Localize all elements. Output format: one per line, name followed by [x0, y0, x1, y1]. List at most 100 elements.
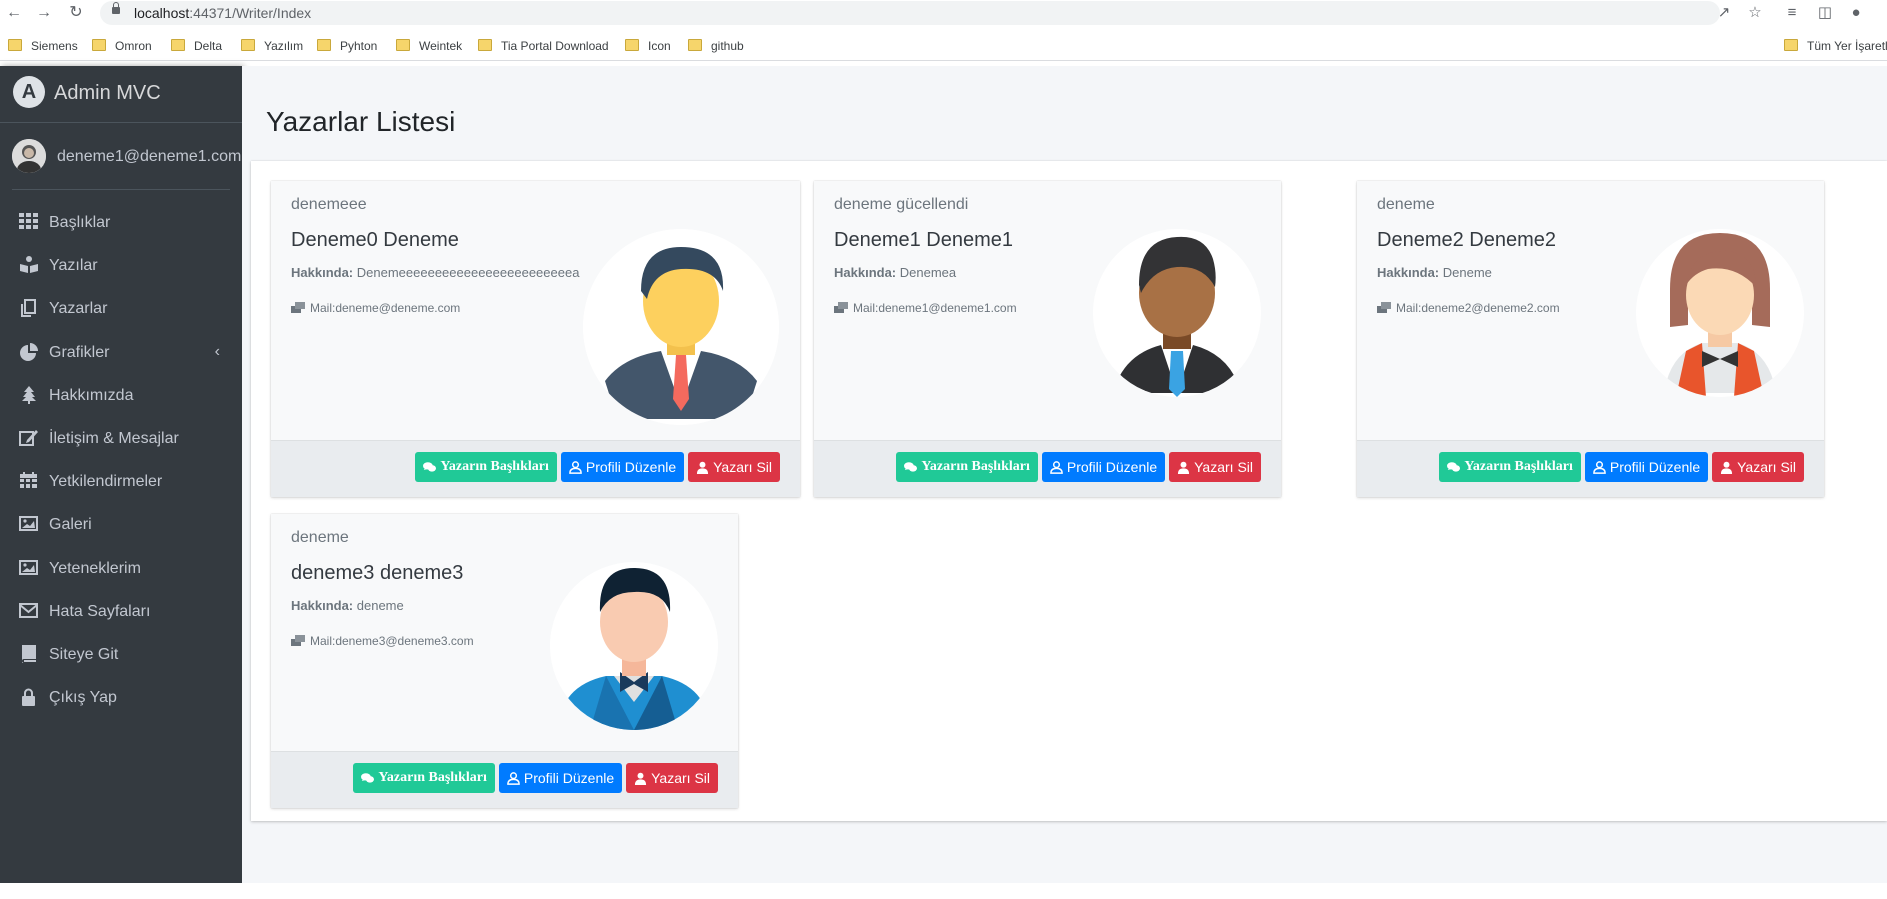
folder-icon — [478, 39, 492, 51]
calendar-icon — [20, 472, 37, 489]
writer-titles-button[interactable]: Yazarın Başlıkları — [415, 452, 557, 482]
user-icon — [635, 772, 647, 785]
writer-titles-button[interactable]: Yazarın Başlıkları — [353, 763, 495, 793]
delete-writer-button[interactable]: Yazarı Sil — [1712, 452, 1804, 482]
sidebar-item-grafikler[interactable]: Grafikler ‹ — [0, 331, 242, 374]
about-label: Hakkında: — [291, 598, 354, 613]
sidebar-item-label: Yeteneklerim — [49, 559, 141, 577]
writer-card-footer: Yazarın Başlıkları Profili Düzenle Yazar… — [271, 751, 738, 808]
writer-name: Deneme0 Deneme — [291, 229, 459, 251]
sidebar-item-label: Hakkımızda — [49, 386, 134, 404]
forward-arrow-icon[interactable]: → — [34, 3, 54, 23]
image-icon — [19, 559, 38, 575]
bookmark-folder[interactable]: Tia Portal Download — [478, 39, 609, 53]
man-suit-avatar — [583, 229, 779, 425]
bookmark-folder[interactable]: Weintek — [396, 39, 462, 53]
sidebar-item-siteye-git[interactable]: Siteye Git — [0, 633, 242, 676]
delete-writer-button[interactable]: Yazarı Sil — [626, 763, 718, 793]
grid-icon — [19, 213, 38, 229]
profile-icon[interactable]: ● — [1846, 3, 1866, 23]
back-arrow-icon[interactable]: ← — [4, 3, 24, 23]
book-reader-icon — [20, 256, 38, 274]
bookmark-folder[interactable]: Siemens — [8, 39, 78, 53]
book-icon — [22, 644, 36, 663]
user-email[interactable]: deneme1@deneme1.com — [57, 148, 241, 166]
bookmark-folder[interactable]: Delta — [171, 39, 222, 53]
about-label: Hakkında: — [834, 265, 897, 280]
delete-writer-button[interactable]: Yazarı Sil — [688, 452, 780, 482]
sidebar-item-label: Yazılar — [49, 257, 98, 275]
mail-bulk-icon — [834, 302, 848, 313]
share-icon[interactable]: ↗ — [1714, 3, 1734, 23]
folder-icon — [625, 39, 639, 51]
writer-card-header: deneme — [291, 529, 349, 546]
mail-bulk-icon — [291, 635, 305, 646]
sidebar-item-yetkilendirmeler[interactable]: Yetkilendirmeler — [0, 460, 242, 503]
pie-chart-icon — [20, 342, 38, 361]
writer-name: deneme3 deneme3 — [291, 562, 464, 584]
edit-profile-button[interactable]: Profili Düzenle — [1041, 452, 1166, 482]
image-icon — [19, 516, 38, 532]
writer-name: Deneme1 Deneme1 — [834, 229, 1013, 251]
sidebar-item-cikis-yap[interactable]: Çıkış Yap — [0, 676, 242, 719]
folder-icon — [8, 39, 22, 51]
man-bowtie-avatar — [550, 562, 718, 730]
sidebar-item-hata-sayfalari[interactable]: Hata Sayfaları — [0, 590, 242, 633]
edit-profile-button[interactable]: Profili Düzenle — [498, 763, 623, 793]
writer-card: deneme Deneme2 Deneme2 Hakkında: Deneme … — [1357, 181, 1824, 497]
user-icon — [569, 460, 582, 474]
writer-about: Hakkında: Deneme — [1377, 265, 1492, 280]
writer-card-footer: Yazarın Başlıkları Profili Düzenle Yazar… — [271, 440, 800, 497]
bookmark-folder[interactable]: Pyhton — [317, 39, 377, 53]
star-icon[interactable]: ☆ — [1745, 3, 1765, 23]
about-text: deneme — [356, 598, 404, 613]
user-icon — [1178, 461, 1190, 474]
writers-card-container: denemeee Deneme0 Deneme Hakkında: Deneme… — [251, 161, 1887, 821]
side-panel-icon[interactable]: ◫ — [1815, 3, 1835, 23]
sidebar-item-label: Yetkilendirmeler — [49, 473, 163, 491]
lock-icon — [112, 2, 120, 14]
browser-toolbar: ← → ↻ localhost:44371/Writer/Index ↗ ☆ ≡… — [0, 0, 1887, 26]
copy-icon — [21, 299, 36, 318]
sidebar-item-label: Hata Sayfaları — [49, 602, 151, 620]
writer-card: denemeee Deneme0 Deneme Hakkında: Deneme… — [271, 181, 800, 497]
writer-titles-button[interactable]: Yazarın Başlıkları — [896, 452, 1038, 482]
bookmark-folder[interactable]: Yazılım — [241, 39, 303, 53]
sidebar-item-yazilar[interactable]: Yazılar — [0, 244, 242, 287]
page-title: Yazarlar Listesi — [266, 106, 456, 137]
sidebar-item-yeteneklerim[interactable]: Yeteneklerim — [0, 547, 242, 590]
envelope-icon — [19, 602, 38, 618]
address-bar[interactable]: localhost:44371/Writer/Index — [100, 1, 1720, 25]
user-icon — [1593, 460, 1606, 474]
writer-card-header: deneme gücellendi — [834, 196, 969, 213]
user-avatar[interactable] — [12, 139, 46, 173]
reading-list-icon[interactable]: ≡ — [1782, 3, 1802, 23]
bookmark-folder[interactable]: Icon — [625, 39, 671, 53]
bookmark-folder[interactable]: github — [688, 39, 744, 53]
comments-icon — [1447, 461, 1461, 472]
edit-profile-button[interactable]: Profili Düzenle — [1584, 452, 1709, 482]
bookmarks-bar: Siemens Omron Delta Yazılım Pyhton Weint… — [0, 34, 1887, 61]
writer-card: deneme deneme3 deneme3 Hakkında: deneme … — [271, 514, 738, 808]
about-label: Hakkında: — [1377, 265, 1440, 280]
bookmark-folder[interactable]: Omron — [92, 39, 152, 53]
delete-writer-button[interactable]: Yazarı Sil — [1169, 452, 1261, 482]
tree-icon — [22, 385, 36, 404]
writer-titles-button[interactable]: Yazarın Başlıkları — [1439, 452, 1581, 482]
writer-card-footer: Yazarın Başlıkları Profili Düzenle Yazar… — [814, 440, 1281, 497]
brand-link[interactable]: A Admin MVC — [0, 66, 242, 123]
comments-icon — [423, 461, 437, 472]
reload-icon[interactable]: ↻ — [66, 3, 86, 23]
chevron-left-icon: ‹ — [214, 342, 220, 360]
sidebar-item-basliklar[interactable]: Başlıklar — [0, 201, 242, 244]
writer-mail: Mail:deneme3@deneme3.com — [291, 634, 474, 648]
sidebar-item-label: Yazarlar — [49, 300, 108, 318]
edit-profile-button[interactable]: Profili Düzenle — [560, 452, 685, 482]
writer-about: Hakkında: deneme — [291, 598, 404, 613]
writer-mail: Mail:deneme@deneme.com — [291, 301, 460, 315]
sidebar-item-galeri[interactable]: Galeri — [0, 503, 242, 546]
sidebar-item-hakkimizda[interactable]: Hakkımızda — [0, 374, 242, 417]
sidebar-item-iletisim[interactable]: İletişim & Mesajlar — [0, 417, 242, 460]
sidebar-item-yazarlar[interactable]: Yazarlar — [0, 287, 242, 330]
all-bookmarks-folder[interactable]: Tüm Yer İşaretle — [1784, 39, 1887, 53]
